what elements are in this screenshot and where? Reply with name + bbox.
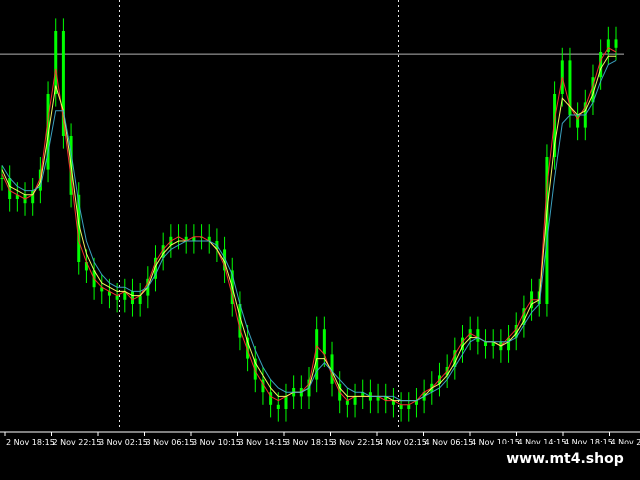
time-tick-label: 3 Nov 14:15 [239,438,288,447]
candle-body [345,400,349,405]
time-tick-label: 3 Nov 06:15 [146,438,195,447]
candle-body [130,291,134,304]
candle-body [276,404,280,409]
time-tick-label: 3 Nov 10:15 [192,438,241,447]
ma-fast-line [1,47,617,406]
grid-layer [119,0,399,430]
candle-body [399,404,403,409]
time-tick-label: 4 Nov 06:15 [425,438,474,447]
candle-body [54,31,58,94]
candle-body [507,337,511,351]
candle-body [407,404,411,409]
time-tick-label: 3 Nov 22:15 [332,438,381,447]
ma-slow-line [1,59,617,402]
candle-body [115,295,119,300]
time-tick-label: 3 Nov 02:15 [99,438,148,447]
candle-body [284,396,288,409]
candle-body [322,329,326,355]
candle-body [0,178,4,179]
watermark-logo: www.mt4.shop [494,444,636,474]
price-chart[interactable]: 2 Nov 18:152 Nov 22:153 Nov 02:153 Nov 0… [0,0,640,480]
time-tick-label: 4 Nov 02:15 [378,438,427,447]
candle-body [484,341,488,346]
candles-layer [0,18,618,422]
moving-averages-layer [1,47,617,406]
time-tick-label: 2 Nov 18:15 [6,438,55,447]
candle-body [353,396,357,405]
time-tick-label: 3 Nov 18:15 [285,438,334,447]
chart-window[interactable]: 2 Nov 18:15 2 Nov 22:15 3 Nov 02:15 3 Nov 0… [0,0,640,480]
candle-body [614,39,618,48]
candle-body [476,329,480,342]
time-tick-label: 2 Nov 22:15 [53,438,102,447]
ma-mid-line [1,55,616,402]
candle-body [138,295,142,304]
